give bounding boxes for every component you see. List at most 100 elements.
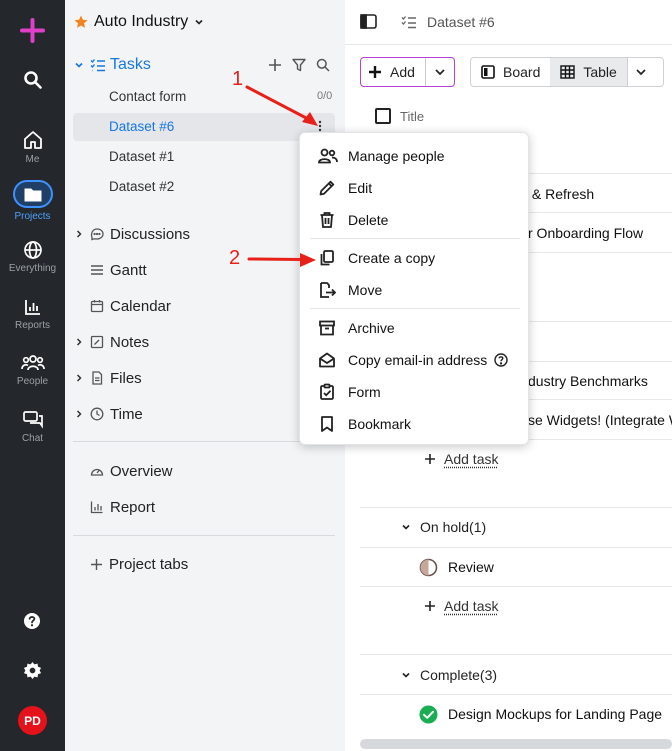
help-icon[interactable]: [23, 612, 41, 630]
rail-label: People: [16, 376, 49, 387]
clock-icon: [90, 407, 104, 421]
select-all-checkbox[interactable]: [375, 108, 391, 124]
bar-chart-icon: [24, 300, 40, 315]
add-task-list-icon[interactable]: [268, 58, 282, 72]
menu-item-archive[interactable]: Archive: [300, 313, 528, 343]
row-divider: [360, 694, 672, 695]
help-circle-icon[interactable]: [494, 353, 508, 367]
table-row[interactable]: Review: [448, 559, 494, 575]
chat-icon: [22, 411, 43, 429]
plus-icon: [369, 66, 381, 78]
rail-label: Projects: [14, 211, 51, 222]
sidebar-item-report[interactable]: Report: [90, 497, 155, 517]
annotation-arrow-1: [245, 85, 318, 126]
sidebar-item-files[interactable]: Files: [74, 368, 142, 388]
menu-item-label: Copy email-in address: [348, 352, 488, 368]
project-tabs-label: Project tabs: [109, 555, 189, 573]
search-icon[interactable]: [23, 70, 43, 90]
sidebar-item-label: Discussions: [110, 225, 191, 243]
task-list-dataset-2[interactable]: Dataset #2: [109, 179, 174, 194]
table-view-button[interactable]: Table: [550, 58, 627, 86]
settings-gear-icon[interactable]: [23, 661, 42, 680]
rail-label: Everything: [8, 263, 57, 274]
chevron-right-icon: [76, 410, 82, 418]
tasks-section-header[interactable]: Tasks: [74, 55, 151, 75]
menu-item-manage-people[interactable]: Manage people: [300, 141, 528, 171]
row-divider: [360, 547, 672, 548]
avatar[interactable]: PD: [18, 706, 47, 735]
table-row[interactable]: Design Mockups for Landing Page: [448, 706, 662, 722]
menu-item-edit[interactable]: Edit: [300, 173, 528, 203]
column-title-header: Title: [400, 109, 425, 124]
menu-item-label: Move: [348, 282, 383, 298]
rail-item-me[interactable]: Me: [0, 129, 65, 165]
plus-icon: [424, 453, 436, 465]
menu-item-copy-email[interactable]: Copy email-in address: [300, 345, 528, 375]
menu-item-create-copy[interactable]: Create a copy: [300, 243, 528, 273]
group-header-on-hold[interactable]: On hold (1): [401, 519, 486, 535]
search-icon[interactable]: [316, 58, 330, 72]
horizontal-scrollbar[interactable]: [360, 739, 672, 749]
sidebar-item-notes[interactable]: Notes: [74, 332, 149, 352]
calendar-icon: [90, 300, 104, 313]
rail-item-chat[interactable]: Chat: [0, 410, 65, 444]
star-icon: [74, 15, 88, 28]
menu-item-bookmark[interactable]: Bookmark: [300, 409, 528, 439]
sidebar-item-overview[interactable]: Overview: [90, 461, 173, 481]
tasks-section-label: Tasks: [110, 56, 151, 73]
sidebar-toggle-icon[interactable]: [360, 14, 377, 29]
annotation-arrow-2: [247, 253, 316, 267]
sidebar-item-calendar[interactable]: Calendar: [90, 296, 171, 316]
chevron-right-icon: [76, 230, 82, 238]
sidebar-item-time[interactable]: Time: [74, 404, 143, 424]
table-row[interactable]: r Onboarding Flow: [528, 225, 643, 241]
pencil-icon: [319, 180, 335, 196]
table-row[interactable]: it & Refresh: [521, 186, 594, 202]
task-list-dataset-1[interactable]: Dataset #1: [109, 149, 174, 164]
table-row[interactable]: dustry Benchmarks: [528, 373, 648, 389]
email-icon: [319, 352, 335, 368]
board-view-button[interactable]: Board: [471, 58, 550, 86]
complete-check-icon[interactable]: [419, 705, 438, 724]
gantt-icon: [91, 265, 103, 275]
gauge-icon: [90, 468, 104, 476]
menu-item-move[interactable]: Move: [300, 275, 528, 305]
filter-icon[interactable]: [292, 58, 306, 72]
add-button[interactable]: Add: [361, 58, 427, 86]
board-icon: [481, 65, 495, 79]
rail-item-reports[interactable]: Reports: [0, 297, 65, 331]
add-task-link[interactable]: Add task: [444, 598, 498, 614]
notes-icon: [90, 335, 104, 349]
table-icon: [560, 65, 576, 79]
group-header-complete[interactable]: Complete (3): [401, 667, 497, 683]
add-icon[interactable]: [20, 18, 45, 43]
rail-item-everything[interactable]: Everything: [0, 240, 65, 274]
sidebar-item-label: Overview: [110, 462, 173, 480]
view-dropdown-chevron-icon[interactable]: [626, 58, 655, 86]
breadcrumb[interactable]: Dataset #6: [427, 14, 495, 30]
row-divider: [360, 586, 672, 587]
rail-label: Reports: [14, 320, 50, 331]
project-tabs-button[interactable]: Project tabs: [90, 554, 188, 574]
group-divider: [360, 654, 672, 655]
add-task-link[interactable]: Add task: [444, 451, 498, 467]
rail-item-projects[interactable]: Projects: [0, 180, 65, 222]
group-name: Complete: [420, 667, 480, 683]
menu-item-delete[interactable]: Delete: [300, 205, 528, 235]
table-row[interactable]: se Widgets! (Integrate W: [528, 412, 672, 428]
task-list-contact-form[interactable]: Contact form: [109, 89, 186, 104]
on-hold-status-icon[interactable]: [419, 558, 438, 577]
sidebar-item-discussions[interactable]: Discussions: [74, 224, 190, 244]
manage-people-icon: [318, 148, 338, 164]
project-switcher[interactable]: Auto Industry: [74, 12, 204, 32]
chevron-right-icon: [76, 338, 82, 346]
sidebar-item-gantt[interactable]: Gantt: [90, 260, 147, 280]
menu-item-form[interactable]: Form: [300, 377, 528, 407]
add-dropdown-chevron-icon[interactable]: [426, 66, 454, 78]
bookmark-icon: [321, 416, 333, 432]
group-divider: [360, 507, 672, 508]
task-list-dataset-6[interactable]: Dataset #6: [109, 119, 174, 134]
move-icon: [320, 282, 336, 298]
chevron-down-icon: [75, 62, 83, 68]
rail-item-people[interactable]: People: [0, 353, 65, 387]
